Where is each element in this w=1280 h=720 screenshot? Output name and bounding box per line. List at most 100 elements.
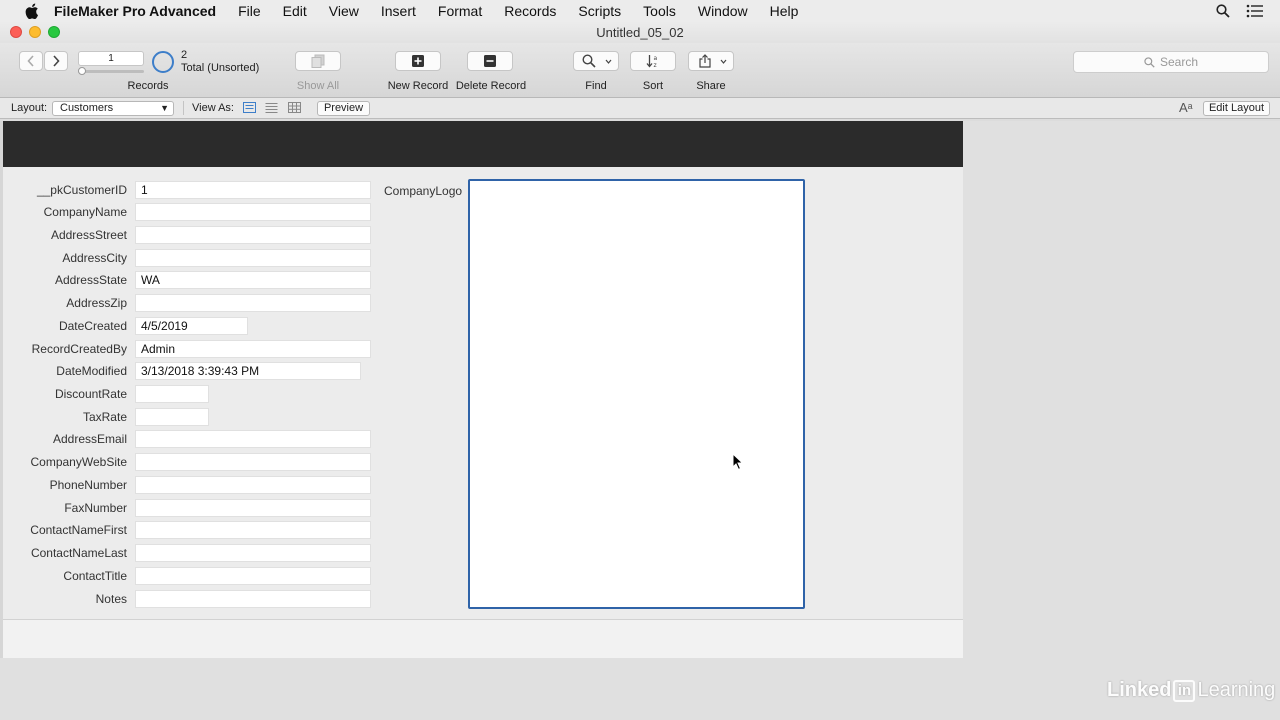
current-record-field[interactable]: 1 (78, 51, 144, 66)
field-faxnumber[interactable] (135, 499, 371, 517)
field-addresszip[interactable] (135, 294, 371, 312)
notification-center-icon[interactable] (1246, 4, 1264, 18)
field-companywebsite[interactable] (135, 453, 371, 471)
show-all-button[interactable] (295, 51, 341, 71)
found-set-pie-icon[interactable] (152, 51, 174, 73)
magnifier-icon (582, 54, 596, 68)
search-input[interactable]: Search (1073, 51, 1269, 73)
field-label-addressemail: AddressEmail (52, 432, 127, 446)
field-label-contactnamelast: ContactNameLast (30, 546, 127, 560)
menu-insert[interactable]: Insert (381, 3, 416, 19)
found-status: Total (Unsorted) (181, 62, 260, 74)
layout-select[interactable]: Customers ▼ (52, 101, 174, 116)
layout-background-bottom (0, 658, 963, 720)
field-discountrate[interactable] (135, 385, 209, 403)
svg-text:a: a (654, 55, 658, 62)
preview-button[interactable]: Preview (317, 101, 370, 116)
show-all-icon (311, 54, 325, 68)
watermark-in: in (1173, 679, 1196, 702)
text-formatting-icon[interactable]: Aᵃ (1179, 100, 1193, 115)
plus-icon (412, 55, 424, 67)
window-title: Untitled_05_02 (596, 25, 684, 40)
field-label-contacttitle: ContactTitle (63, 569, 127, 583)
field-label-addressstate: AddressState (54, 273, 127, 287)
chevron-left-icon (27, 55, 34, 67)
field-label-taxrate: TaxRate (82, 410, 127, 424)
sort-icon: az (646, 55, 658, 68)
menu-view[interactable]: View (329, 3, 359, 19)
field-pkcustomerid[interactable]: 1 (135, 181, 371, 199)
chevron-down-icon[interactable] (720, 59, 727, 64)
record-slider[interactable] (78, 70, 144, 73)
find-button[interactable] (573, 51, 619, 71)
watermark-learning: Learning (1197, 679, 1276, 701)
field-label-companywebsite: CompanyWebSite (30, 455, 128, 469)
layout-background-right (963, 121, 1280, 720)
layout-footer (3, 619, 963, 658)
records-label: Records (127, 80, 169, 92)
menu-help[interactable]: Help (770, 3, 799, 19)
layout-label: Layout: (11, 102, 48, 114)
delete-record-button[interactable] (467, 51, 513, 71)
list-view-icon[interactable] (265, 102, 278, 113)
field-label-phonenumber: PhoneNumber (49, 478, 127, 492)
field-taxrate[interactable] (135, 408, 209, 426)
menu-tools[interactable]: Tools (643, 3, 676, 19)
menu-edit[interactable]: Edit (283, 3, 307, 19)
field-contactnamelast[interactable] (135, 544, 371, 562)
field-label-addresszip: AddressZip (66, 296, 127, 310)
field-companylogo-container[interactable] (468, 179, 805, 609)
field-datemodified[interactable]: 3/13/2018 3:39:43 PM (135, 362, 361, 380)
menu-window[interactable]: Window (698, 3, 748, 19)
next-record-button[interactable] (44, 51, 68, 71)
app-name-menu[interactable]: FileMaker Pro Advanced (54, 3, 216, 19)
layout-header (3, 121, 963, 167)
field-addressemail[interactable] (135, 430, 371, 448)
field-contacttitle[interactable] (135, 567, 371, 585)
layout-bar: Layout: Customers ▼ View As: Preview Aᵃ … (0, 98, 1280, 119)
previous-record-button[interactable] (19, 51, 43, 71)
table-view-icon[interactable] (288, 102, 301, 113)
field-companyname[interactable] (135, 203, 371, 221)
field-notes[interactable] (135, 590, 371, 608)
layout-body: __pkCustomerID 1 CompanyName AddressStre… (3, 121, 963, 658)
field-addressstreet[interactable] (135, 226, 371, 244)
search-icon (1144, 56, 1155, 68)
apple-menu-icon[interactable] (22, 3, 42, 19)
minus-icon (484, 55, 496, 67)
delete-record-label: Delete Record (455, 80, 527, 92)
watermark-linked: Linked (1107, 679, 1172, 701)
spotlight-icon[interactable] (1216, 3, 1230, 18)
form-view-icon[interactable] (243, 102, 256, 113)
field-label-discountrate: DiscountRate (54, 387, 127, 401)
record-slider-handle[interactable] (78, 67, 86, 75)
field-datecreated[interactable]: 4/5/2019 (135, 317, 248, 335)
search-placeholder: Search (1159, 55, 1199, 69)
menu-format[interactable]: Format (438, 3, 482, 19)
share-button[interactable] (688, 51, 734, 71)
new-record-button[interactable] (395, 51, 441, 71)
field-label-addresscity: AddressCity (62, 251, 127, 265)
field-addressstate[interactable]: WA (135, 271, 371, 289)
field-label-companylogo: CompanyLogo (384, 184, 463, 198)
menu-scripts[interactable]: Scripts (578, 3, 621, 19)
chevron-down-icon: ▼ (160, 103, 169, 113)
mouse-pointer-icon (732, 453, 744, 471)
edit-layout-button[interactable]: Edit Layout (1203, 101, 1270, 116)
menu-records[interactable]: Records (504, 3, 556, 19)
status-toolbar: 1 Records 2 Total (Unsorted) Show All Ne… (0, 43, 1280, 98)
share-label: Share (696, 80, 726, 92)
found-count: 2 (181, 49, 188, 61)
window-title-bar: Untitled_05_02 (0, 21, 1280, 43)
chevron-down-icon[interactable] (605, 59, 612, 64)
menu-file[interactable]: File (238, 3, 261, 19)
svg-text:z: z (654, 62, 657, 68)
share-icon (699, 54, 711, 68)
field-recordcreatedby[interactable]: Admin (135, 340, 371, 358)
field-contactnamefirst[interactable] (135, 521, 371, 539)
field-label-notes: Notes (95, 592, 127, 606)
sort-button[interactable]: az (630, 51, 676, 71)
field-addresscity[interactable] (135, 249, 371, 267)
field-phonenumber[interactable] (135, 476, 371, 494)
show-all-label: Show All (296, 80, 340, 92)
